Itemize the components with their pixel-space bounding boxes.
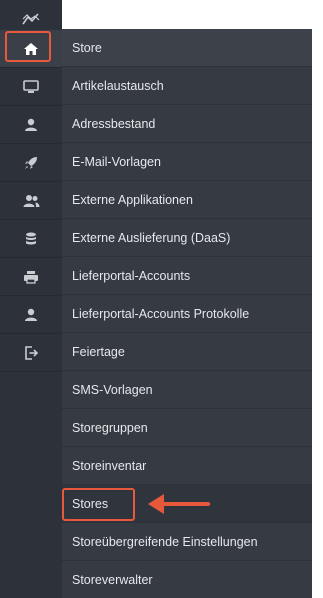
menu-item-artikelaustausch[interactable]: Artikelaustausch [62, 67, 312, 105]
sidebar-item-printer[interactable] [0, 258, 62, 296]
monitor-icon [23, 79, 39, 94]
menu-item-externe-auslieferung[interactable]: Externe Auslieferung (DaaS) [62, 219, 312, 257]
menu-item-lieferportal-accounts[interactable]: Lieferportal-Accounts [62, 257, 312, 295]
printer-icon [23, 270, 39, 284]
sidebar-item-user[interactable] [0, 106, 62, 144]
sidebar-item-account[interactable] [0, 296, 62, 334]
menu-item-externe-applikationen[interactable]: Externe Applikationen [62, 181, 312, 219]
sidebar-item-users[interactable] [0, 182, 62, 220]
menu-item-store[interactable]: Store [62, 29, 312, 67]
sign-out-icon [24, 345, 39, 360]
menu-item-storeinventar[interactable]: Storeinventar [62, 447, 312, 485]
stores-highlight-box [62, 488, 135, 521]
sidebar-item-rocket[interactable] [0, 144, 62, 182]
menu-item-adressbestand[interactable]: Adressbestand [62, 105, 312, 143]
rocket-icon [24, 156, 38, 170]
menu-item-storegruppen[interactable]: Storegruppen [62, 409, 312, 447]
chart-line-icon [22, 12, 40, 26]
database-icon [25, 232, 37, 246]
menu-item-sms-vorlagen[interactable]: SMS-Vorlagen [62, 371, 312, 409]
menu-item-storeverwalter[interactable]: Storeverwalter [62, 561, 312, 598]
user-icon [24, 308, 38, 322]
menu-item-feiertage[interactable]: Feiertage [62, 333, 312, 371]
users-icon [23, 194, 40, 208]
icon-sidebar [0, 0, 62, 598]
sidebar-item-database[interactable] [0, 220, 62, 258]
menu-item-email-vorlagen[interactable]: E-Mail-Vorlagen [62, 143, 312, 181]
sidebar-item-logout[interactable] [0, 334, 62, 372]
user-icon [24, 118, 38, 132]
sidebar-item-monitor[interactable] [0, 68, 62, 106]
app-frame: Store Artikelaustausch Adressbestand E-M… [0, 0, 323, 598]
arrow-left-icon [146, 490, 210, 523]
home-highlight-box [5, 31, 51, 62]
menu-item-storeuebergreifende-einstellungen[interactable]: Storeübergreifende Einstellungen [62, 523, 312, 561]
menu-item-lieferportal-protokolle[interactable]: Lieferportal-Accounts Protokolle [62, 295, 312, 333]
